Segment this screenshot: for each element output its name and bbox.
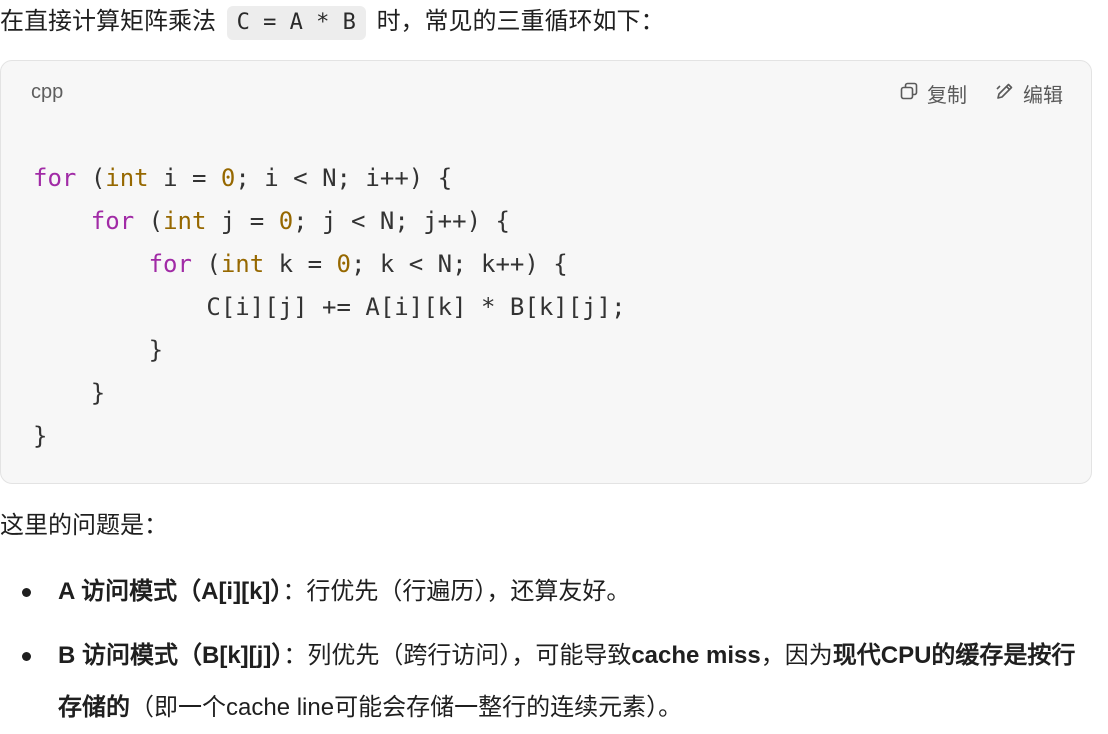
code-line: for (int j = 0; j < N; j++) { xyxy=(90,207,510,235)
bullet-list: A 访问模式（A[i][k]）：行优先（行遍历），还算友好。 B 访问模式（B[… xyxy=(0,566,1090,734)
code-line: } xyxy=(90,379,106,407)
intro-text-before: 在直接计算矩阵乘法 xyxy=(0,8,216,35)
intro-text-after: 时，常见的三重循环如下： xyxy=(376,8,665,35)
code-line: } xyxy=(148,336,164,364)
code-actions: 复制 编辑 xyxy=(899,79,1063,108)
list-item: B 访问模式（B[k][j]）：列优先（跨行访问），可能导致cache miss… xyxy=(0,630,1090,734)
code-content: for (int i = 0; i < N; i++) { for (int j… xyxy=(33,157,626,458)
code-block: cpp 复制 编辑 for (int i = 0; i < N; i++) { xyxy=(0,60,1092,484)
bullet-strong-cache-miss: cache miss xyxy=(631,642,761,669)
bullet-text: （即一个cache line可能会存储一整行的连续元素）。 xyxy=(130,694,683,721)
code-line: for (int i = 0; i < N; i++) { xyxy=(33,164,453,192)
bullet-text: ，因为 xyxy=(760,642,833,669)
copy-label: 复制 xyxy=(927,85,967,107)
intro-paragraph: 在直接计算矩阵乘法 C = A * B 时，常见的三重循环如下： xyxy=(0,2,665,42)
copy-icon xyxy=(899,81,919,107)
code-line: for (int k = 0; k < N; k++) { xyxy=(148,250,568,278)
inline-code: C = A * B xyxy=(226,6,366,40)
list-item: A 访问模式（A[i][k]）：行优先（行遍历），还算友好。 xyxy=(0,566,1090,618)
bullet-strong: A 访问模式（A[i][k]） xyxy=(58,578,283,605)
code-line: C[i][j] += A[i][k] * B[k][j]; xyxy=(206,293,626,321)
copy-button[interactable]: 复制 xyxy=(899,79,967,108)
bullet-text: ：行优先（行遍历），还算友好。 xyxy=(282,578,631,605)
edit-label: 编辑 xyxy=(1023,85,1063,107)
bullet-strong: B 访问模式（B[k][j]） xyxy=(58,642,284,669)
pencil-icon xyxy=(995,81,1015,107)
bullet-text: ：列优先（跨行访问），可能导致 xyxy=(283,642,632,669)
code-language-label: cpp xyxy=(31,81,64,103)
edit-button[interactable]: 编辑 xyxy=(995,79,1063,108)
code-line: } xyxy=(33,422,48,450)
problem-heading: 这里的问题是： xyxy=(0,512,168,539)
